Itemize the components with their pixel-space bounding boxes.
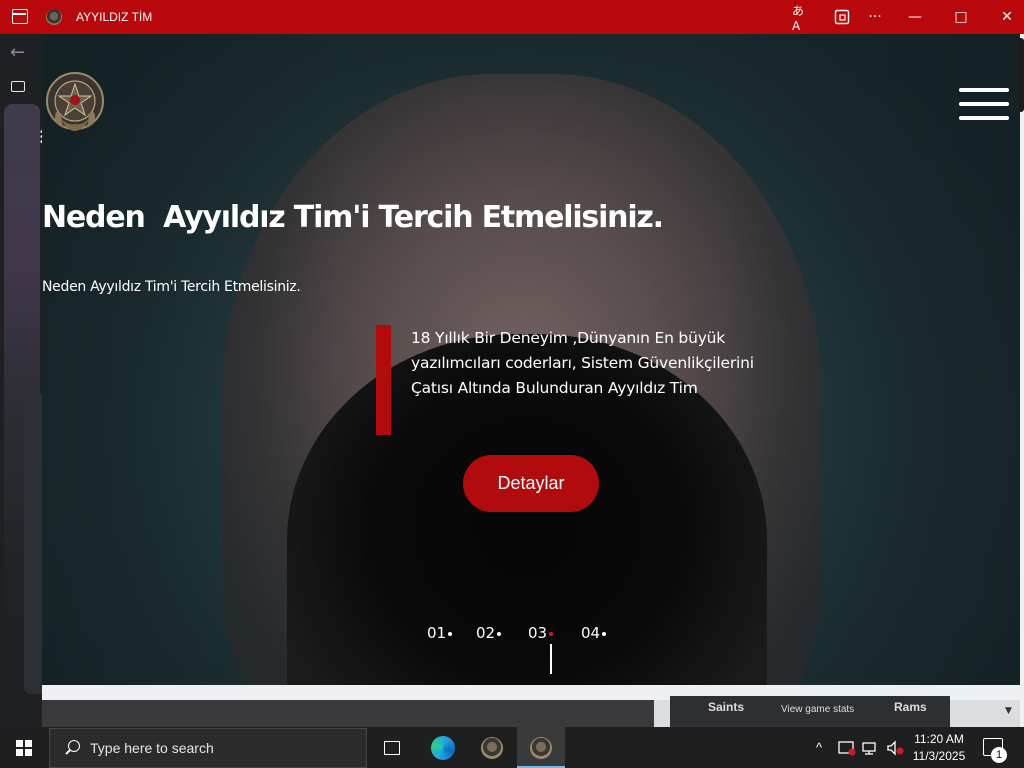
task-view-button[interactable] [368, 727, 416, 768]
hero-title: Neden Ayyıldız Tim'i Tercih Etmelisiniz. [42, 200, 664, 235]
details-button[interactable]: Detaylar [463, 455, 599, 512]
task-view-icon [384, 740, 400, 755]
minimize-button[interactable]: — [905, 7, 925, 27]
scroll-down-icon[interactable]: ▼ [1005, 706, 1012, 716]
hero-section: Neden Ayyıldız Tim'i Tercih Etmelisiniz.… [42, 34, 1020, 685]
view-game-stats-link[interactable]: View game stats [781, 704, 854, 715]
scrollbar-thumb[interactable] [1018, 38, 1024, 112]
browser-side-rail: ← ••• [0, 34, 46, 727]
app-taskbar-button[interactable] [468, 727, 516, 768]
maximize-button[interactable]: □ [951, 7, 971, 27]
slider-navigation: 01 02 03 04 [427, 624, 647, 684]
slide-04[interactable]: 04 [581, 624, 607, 642]
window-title: AYYILDIZ TİM [76, 10, 153, 24]
page-scrollbar[interactable] [1020, 34, 1024, 727]
ayyildiz-tim-logo-icon[interactable] [46, 68, 104, 144]
ayyildiz-tim-taskbar-button[interactable] [517, 727, 565, 768]
taskbar-clock[interactable]: 11:20 AM 11/3/2025 [908, 731, 970, 765]
slide-03[interactable]: 03 [528, 624, 554, 642]
team-left-label: Saints [708, 700, 745, 714]
title-bar: AYYILDIZ TİM あA ··· — □ ✕ [0, 0, 1024, 34]
site-favicon-icon [46, 9, 62, 25]
team-right-label: Rams [894, 700, 927, 714]
edge-taskbar-button[interactable] [419, 727, 467, 768]
slide-01[interactable]: 01 [427, 624, 453, 642]
search-icon [64, 740, 80, 756]
quote-accent-bar [376, 325, 391, 435]
sidebar-toggle-icon[interactable] [12, 9, 28, 24]
clock-date: 11/3/2025 [912, 749, 966, 763]
background-window-scores: Saints View game stats Rams [670, 696, 950, 727]
ayyildiz-app-icon [530, 736, 552, 759]
windows-start-icon[interactable] [16, 740, 32, 756]
background-window-left [42, 700, 654, 727]
hero-quote: 18 Yıllık Bir Deneyim ,Dünyanın En büyük… [411, 329, 754, 397]
volume-muted-icon[interactable] [886, 727, 904, 768]
emblem-app-icon [481, 736, 503, 759]
network-icon[interactable] [862, 727, 880, 768]
close-button[interactable]: ✕ [997, 7, 1017, 27]
menu-hamburger-icon[interactable] [959, 88, 1009, 122]
show-hidden-icons[interactable]: ^ [816, 727, 822, 768]
security-icon[interactable] [838, 727, 856, 768]
taskbar: Type here to search ^ 11:20 AM 11/3/2025… [0, 727, 1024, 768]
tabs-icon[interactable] [11, 81, 25, 92]
background-window-strip [4, 104, 46, 694]
search-placeholder: Type here to search [90, 740, 214, 756]
edge-icon [431, 735, 455, 760]
back-arrow-icon[interactable]: ← [10, 42, 25, 63]
hero-subtitle: Neden Ayyıldız Tim'i Tercih Etmelisiniz. [42, 279, 301, 295]
clock-time: 11:20 AM [914, 732, 964, 746]
translate-icon[interactable]: あA [792, 4, 812, 33]
app-available-icon[interactable] [832, 7, 852, 27]
active-slide-indicator [550, 644, 552, 674]
more-options-icon[interactable]: ··· [865, 7, 885, 27]
slide-02[interactable]: 02 [476, 624, 502, 642]
notification-count-badge: 1 [991, 747, 1007, 763]
taskbar-search[interactable]: Type here to search [49, 728, 367, 768]
